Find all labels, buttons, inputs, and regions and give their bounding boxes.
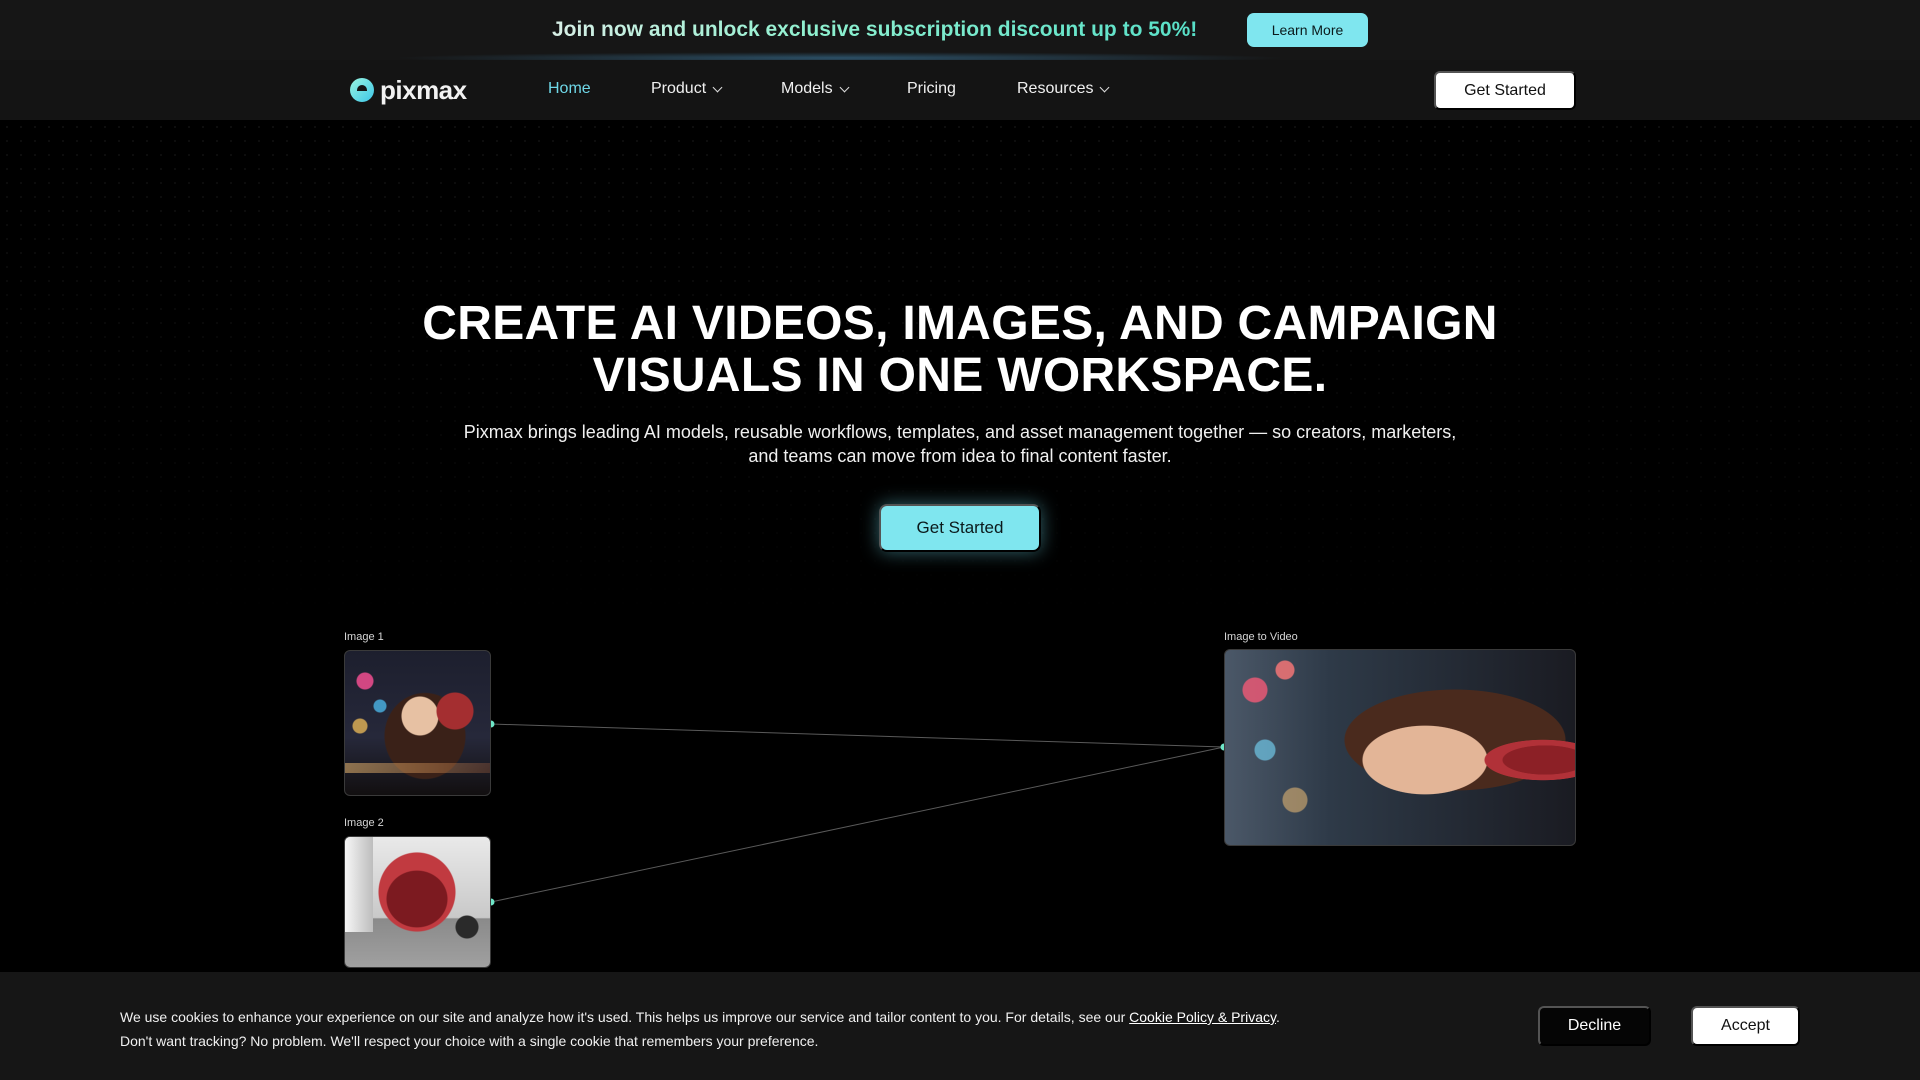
- hero-subtitle-line1: Pixmax brings leading AI models, reusabl…: [463, 422, 1457, 442]
- hero-subtitle-line2: and teams can move from idea to final co…: [748, 446, 1172, 466]
- image1-node[interactable]: [344, 650, 491, 796]
- image2-node[interactable]: [344, 836, 491, 968]
- cookie-text-line2: Don't want tracking? No problem. We'll r…: [120, 1033, 819, 1049]
- accept-button[interactable]: Accept: [1691, 1006, 1800, 1046]
- nav-item-home[interactable]: Home: [548, 80, 591, 98]
- chevron-down-icon: [712, 82, 723, 92]
- promo-text: Join now and unlock exclusive subscripti…: [552, 18, 1198, 41]
- promo-banner: Join now and unlock exclusive subscripti…: [0, 0, 1920, 60]
- logo[interactable]: pixmax: [350, 73, 467, 107]
- hero-title-line1: CREATE AI VIDEOS, IMAGES, AND CAMPAIGN: [422, 297, 1498, 350]
- pixmax-logo-icon: [350, 78, 374, 102]
- nav-item-label: Product: [651, 80, 707, 97]
- hero-get-started-button[interactable]: Get Started: [879, 504, 1041, 552]
- top-nav: pixmax Home Product Models Pricing Resou…: [0, 60, 1920, 120]
- chevron-down-icon: [1100, 82, 1110, 92]
- logo-text: pixmax: [380, 74, 467, 105]
- hero-title-line2: VISUALS IN ONE WORKSPACE.: [592, 349, 1328, 402]
- connector-image1-to-video: [490, 723, 1225, 748]
- nav-item-label: Models: [781, 80, 833, 97]
- nav-item-label: Pricing: [907, 80, 956, 97]
- nav-item-label: Home: [548, 80, 591, 97]
- nav-item-pricing[interactable]: Pricing: [907, 80, 956, 98]
- learn-more-button[interactable]: Learn More: [1247, 13, 1368, 47]
- nav-item-models[interactable]: Models: [781, 80, 850, 98]
- cookie-policy-link[interactable]: Cookie Policy & Privacy: [1129, 1009, 1276, 1025]
- chevron-down-icon: [839, 82, 850, 92]
- image-to-video-node[interactable]: [1224, 649, 1576, 846]
- node-label-video: Image to Video: [1224, 631, 1298, 643]
- nav-item-resources[interactable]: Resources: [1017, 80, 1110, 98]
- hero-title: CREATE AI VIDEOS, IMAGES, AND CAMPAIGN V…: [360, 298, 1560, 402]
- decline-button[interactable]: Decline: [1538, 1006, 1651, 1046]
- node-label-image1: Image 1: [344, 631, 384, 643]
- cookie-message: We use cookies to enhance your experienc…: [120, 1005, 1320, 1053]
- connector-image2-to-video: [490, 746, 1225, 903]
- nav-get-started-button[interactable]: Get Started: [1434, 71, 1576, 110]
- cookie-banner: We use cookies to enhance your experienc…: [0, 972, 1920, 1080]
- node-label-image2: Image 2: [344, 817, 384, 829]
- cookie-text-period: .: [1275, 1009, 1280, 1025]
- nav-item-label: Resources: [1017, 80, 1094, 97]
- nav-item-product[interactable]: Product: [651, 80, 723, 98]
- cookie-text-line1: We use cookies to enhance your experienc…: [120, 1009, 1130, 1025]
- hero-subtitle: Pixmax brings leading AI models, reusabl…: [440, 420, 1480, 468]
